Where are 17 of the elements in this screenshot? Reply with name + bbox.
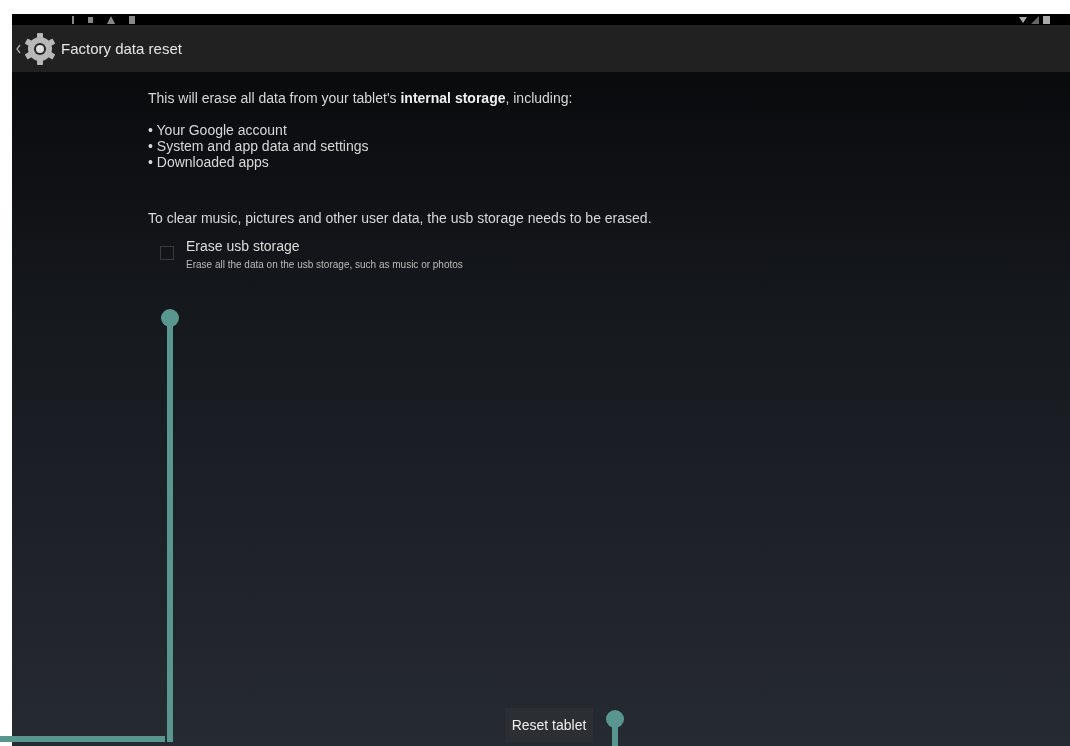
checkbox[interactable] [160,246,174,260]
option-description: Erase all the data on the usb storage, such as music or photos [186,259,463,270]
note-text: To clear music, pictures and other user data, the usb storage needs to be erased. [148,210,653,226]
data-list-item: • Downloaded apps [148,154,270,170]
back-caret-icon[interactable] [16,43,21,54]
screen-title: Factory data reset [61,40,182,57]
battery-icon [1043,15,1050,24]
signal-icon [1031,15,1039,24]
warning-icon [107,15,115,24]
intro-text: This will erase all data from your tablet's internal storage, including: [148,90,574,106]
data-list-item: • Your Google account [148,122,288,138]
gear-icon [23,31,57,66]
reset-button[interactable]: Reset tablet [504,708,594,742]
wifi-icon [1019,16,1027,23]
option-label: Erase usb storage [186,238,301,254]
data-list-item: • System and app data and settings [148,138,370,154]
leader-line [605,710,625,746]
